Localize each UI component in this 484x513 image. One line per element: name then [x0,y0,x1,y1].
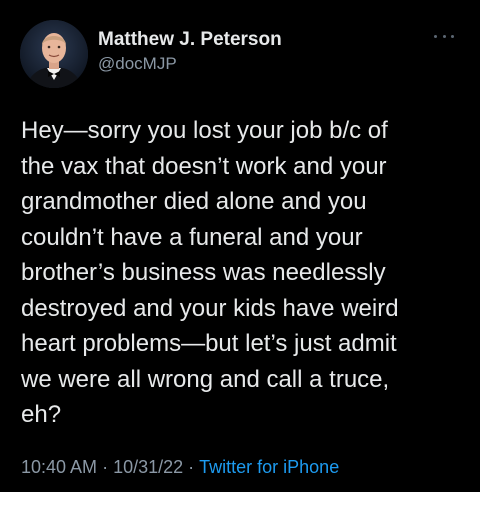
author-handle[interactable]: @docMJP [98,53,282,75]
author-display-name[interactable]: Matthew J. Peterson [98,29,282,51]
more-dot [442,34,446,38]
more-dot [434,34,437,38]
tweet-date[interactable]: 10/31/22 [113,457,183,477]
more-dot [451,34,454,38]
tweet-card: Matthew J. Peterson @docMJP Hey—sorry yo… [0,0,480,492]
more-horizontal-icon[interactable] [434,32,454,40]
author-info: Matthew J. Peterson @docMJP [98,29,282,75]
tweet-source-link[interactable]: Twitter for iPhone [199,457,339,477]
tweet-metadata: 10:40 AM · 10/31/22 · Twitter for iPhone [21,456,339,478]
tweet-text: Hey—sorry you lost your job b/c of the v… [21,117,399,428]
profile-photo-icon [20,20,88,88]
meta-separator: · [188,457,195,477]
meta-separator: · [102,457,109,477]
tweet-time[interactable]: 10:40 AM [21,457,97,477]
tweet-header: Matthew J. Peterson @docMJP [20,20,464,88]
avatar[interactable] [20,20,88,88]
